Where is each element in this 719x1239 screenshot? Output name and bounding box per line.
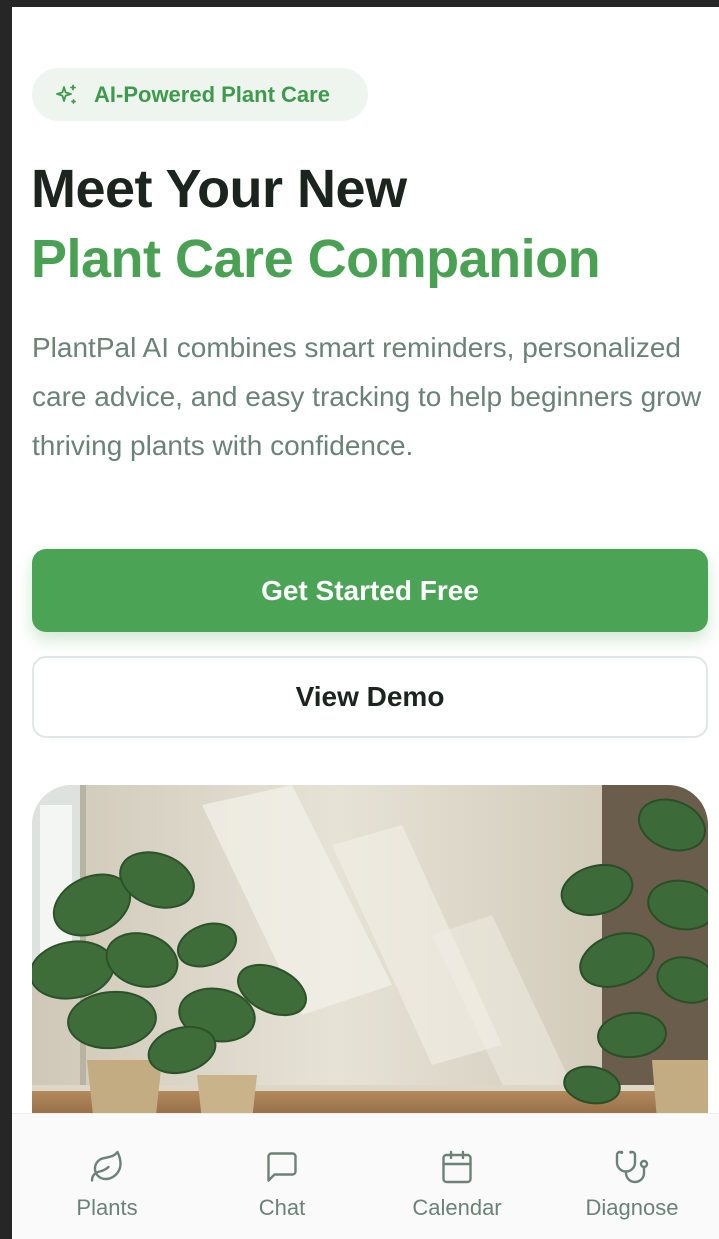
bottom-navigation: Plants Chat Calendar Diagnose	[12, 1113, 719, 1239]
view-demo-button[interactable]: View Demo	[32, 656, 708, 738]
nav-label-diagnose: Diagnose	[585, 1195, 679, 1220]
get-started-button[interactable]: Get Started Free	[32, 549, 708, 632]
badge-label: AI-Powered Plant Care	[94, 81, 330, 107]
sparkle-icon	[56, 84, 76, 104]
landing-page: AI-Powered Plant Care Meet Your New Plan…	[12, 7, 719, 1239]
hero-title-line-2: Plant Care Companion	[31, 229, 601, 289]
nav-label-chat: Chat	[258, 1195, 306, 1220]
leaf-icon	[90, 1150, 122, 1182]
calendar-icon	[442, 1150, 472, 1184]
window-top-edge	[0, 0, 719, 7]
monstera-plants-photo	[32, 785, 708, 1125]
window-left-edge	[0, 0, 12, 1239]
ai-powered-badge: AI-Powered Plant Care	[32, 68, 368, 121]
app-window: AI-Powered Plant Care Meet Your New Plan…	[0, 0, 719, 1239]
nav-item-diagnose[interactable]: Diagnose	[544, 1114, 719, 1239]
nav-item-chat[interactable]: Chat	[194, 1114, 370, 1239]
hero-title-line-1: Meet Your New	[31, 159, 407, 219]
stethoscope-icon	[615, 1150, 649, 1184]
nav-label-calendar: Calendar	[412, 1195, 502, 1220]
nav-item-plants[interactable]: Plants	[19, 1114, 195, 1239]
hero-description: PlantPal AI combines smart reminders, pe…	[32, 332, 702, 461]
nav-item-calendar[interactable]: Calendar	[369, 1114, 545, 1239]
nav-label-plants: Plants	[76, 1195, 138, 1220]
chat-bubble-icon	[267, 1152, 297, 1182]
